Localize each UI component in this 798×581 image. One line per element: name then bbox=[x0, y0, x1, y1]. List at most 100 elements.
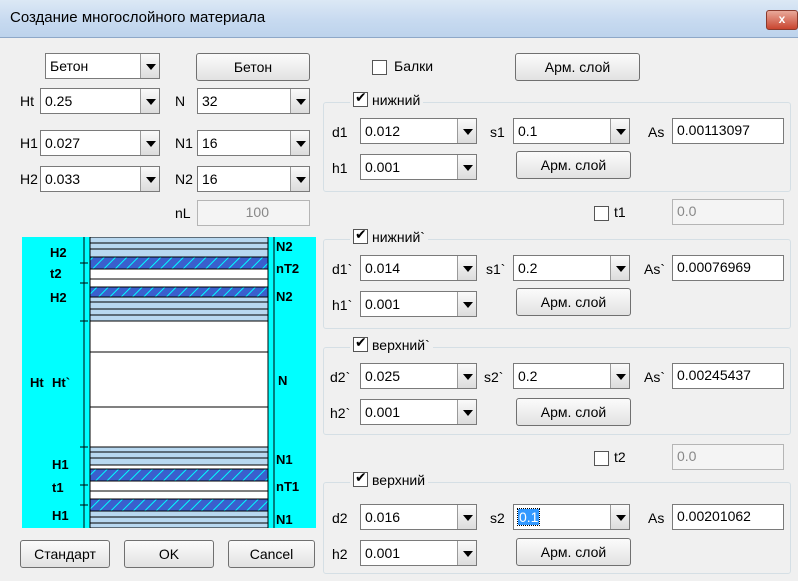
cancel-button[interactable]: Cancel bbox=[228, 540, 315, 568]
s2p-combo[interactable]: 0.2 bbox=[513, 363, 630, 389]
n1-combo[interactable]: 16 bbox=[197, 130, 310, 156]
as2p-field[interactable]: 0.00245437 bbox=[672, 363, 784, 389]
hatch-bottom-h1 bbox=[89, 498, 269, 512]
t2-label: t2 bbox=[614, 449, 626, 465]
ht-label: Ht bbox=[20, 93, 34, 109]
group-upper-checkbox[interactable] bbox=[353, 470, 368, 487]
d2-label: d2 bbox=[332, 510, 348, 526]
group-lower-checkbox[interactable] bbox=[353, 90, 368, 107]
material-combo[interactable]: Бетон bbox=[45, 53, 160, 79]
d1p-label: d1` bbox=[332, 261, 353, 277]
as1-field[interactable]: 0.00113097 bbox=[672, 118, 784, 144]
diagram-label-n2-top: N2 bbox=[276, 239, 293, 254]
diagram-label-n: N bbox=[278, 373, 287, 388]
s1-label: s1 bbox=[490, 124, 505, 140]
t1-label: t1 bbox=[614, 204, 626, 220]
as2p-label: As` bbox=[644, 369, 665, 385]
diagram-label-h2-top: H2 bbox=[50, 245, 67, 260]
beams-checkbox[interactable] bbox=[372, 60, 387, 75]
d2-combo[interactable]: 0.016 bbox=[360, 504, 477, 530]
chevron-down-icon[interactable] bbox=[457, 541, 476, 565]
group-lower-prime-checkbox[interactable] bbox=[353, 227, 368, 244]
d2p-combo[interactable]: 0.025 bbox=[360, 363, 477, 389]
material-button[interactable]: Бетон bbox=[196, 53, 310, 81]
h2p-label: h2` bbox=[330, 405, 351, 421]
s2p-value: 0.2 bbox=[518, 368, 538, 384]
as2-field[interactable]: 0.00201062 bbox=[672, 504, 784, 530]
h1-combo[interactable]: 0.027 bbox=[40, 130, 160, 156]
group-upper-title[interactable]: верхний bbox=[350, 470, 429, 488]
chevron-down-icon[interactable] bbox=[610, 256, 629, 280]
diagram-label-n2-inner: N2 bbox=[276, 289, 293, 304]
nl-field: 100 bbox=[197, 200, 310, 226]
diagram-label-t2: t2 bbox=[50, 266, 62, 281]
group-upper-prime-title[interactable]: верхний` bbox=[350, 335, 433, 353]
hatch-bottom-t1 bbox=[89, 468, 269, 482]
chevron-down-icon[interactable] bbox=[457, 400, 476, 424]
hatch-top-t2 bbox=[89, 256, 269, 270]
group-lower-prime-arm-button[interactable]: Арм. слой bbox=[516, 288, 631, 316]
h1-arm-combo[interactable]: 0.001 bbox=[360, 154, 477, 180]
h1p-label: h1` bbox=[332, 297, 353, 313]
h1p-value: 0.001 bbox=[365, 296, 401, 312]
chevron-down-icon[interactable] bbox=[290, 131, 309, 155]
chevron-down-icon[interactable] bbox=[140, 89, 159, 113]
chevron-down-icon[interactable] bbox=[610, 119, 629, 143]
chevron-down-icon[interactable] bbox=[140, 131, 159, 155]
h1p-combo[interactable]: 0.001 bbox=[360, 291, 477, 317]
s2p-label: s2` bbox=[484, 369, 504, 385]
chevron-down-icon[interactable] bbox=[610, 505, 629, 529]
h2-combo[interactable]: 0.033 bbox=[40, 166, 160, 192]
n2-combo[interactable]: 16 bbox=[197, 166, 310, 192]
t2-checkbox[interactable] bbox=[594, 451, 609, 466]
s2-value: 0.1 bbox=[516, 508, 541, 526]
chevron-down-icon[interactable] bbox=[457, 505, 476, 529]
s1p-combo[interactable]: 0.2 bbox=[513, 255, 630, 281]
h2-arm-combo[interactable]: 0.001 bbox=[360, 540, 477, 566]
ok-button[interactable]: OK bbox=[124, 540, 214, 568]
close-button[interactable]: x bbox=[766, 10, 798, 30]
d1-combo[interactable]: 0.012 bbox=[360, 118, 477, 144]
h1-label: H1 bbox=[20, 135, 38, 151]
n1-label: N1 bbox=[175, 135, 193, 151]
t1-checkbox[interactable] bbox=[594, 206, 609, 221]
group-lower-prime-title[interactable]: нижний` bbox=[350, 227, 428, 245]
ht-value: 0.25 bbox=[45, 93, 73, 109]
s1-combo[interactable]: 0.1 bbox=[513, 118, 630, 144]
group-lower-title[interactable]: нижний bbox=[350, 90, 424, 108]
group-lower-prime-label: нижний` bbox=[372, 229, 425, 245]
chevron-down-icon[interactable] bbox=[610, 364, 629, 388]
s1p-label: s1` bbox=[486, 261, 506, 277]
chevron-down-icon[interactable] bbox=[290, 89, 309, 113]
chevron-down-icon[interactable] bbox=[457, 256, 476, 280]
top-arm-layer-button[interactable]: Арм. слой bbox=[515, 53, 640, 81]
layer-diagram: H2 t2 H2 Ht Ht` H1 t1 H1 N2 nT2 N2 N N1 … bbox=[22, 237, 316, 528]
diagram-label-n1-inner: N1 bbox=[276, 452, 293, 467]
s2-combo[interactable]: 0.1 bbox=[513, 504, 630, 530]
n-combo[interactable]: 32 bbox=[197, 88, 310, 114]
chevron-down-icon[interactable] bbox=[457, 292, 476, 316]
d2p-value: 0.025 bbox=[365, 368, 401, 384]
diagram-label-n1-bottom: N1 bbox=[276, 512, 293, 527]
ht-combo[interactable]: 0.25 bbox=[40, 88, 160, 114]
h1-arm-value: 0.001 bbox=[365, 159, 401, 175]
chevron-down-icon[interactable] bbox=[457, 155, 476, 179]
group-upper-prime-checkbox[interactable] bbox=[353, 335, 368, 352]
chevron-down-icon[interactable] bbox=[457, 364, 476, 388]
hatch-top-h2 bbox=[89, 286, 269, 298]
h2p-combo[interactable]: 0.001 bbox=[360, 399, 477, 425]
as1p-field[interactable]: 0.00076969 bbox=[672, 255, 784, 281]
group-upper-arm-button[interactable]: Арм. слой bbox=[516, 538, 631, 566]
group-lower-arm-button[interactable]: Арм. слой bbox=[516, 151, 631, 179]
d1p-value: 0.014 bbox=[365, 260, 401, 276]
chevron-down-icon[interactable] bbox=[140, 54, 159, 78]
chevron-down-icon[interactable] bbox=[457, 119, 476, 143]
d2p-label: d2` bbox=[330, 369, 351, 385]
d1-value: 0.012 bbox=[365, 123, 401, 139]
group-upper-prime-arm-button[interactable]: Арм. слой bbox=[516, 398, 631, 426]
chevron-down-icon[interactable] bbox=[140, 167, 159, 191]
standard-button[interactable]: Стандарт bbox=[20, 540, 110, 568]
d1p-combo[interactable]: 0.014 bbox=[360, 255, 477, 281]
diagram-label-h1-inner: H1 bbox=[52, 457, 69, 472]
chevron-down-icon[interactable] bbox=[290, 167, 309, 191]
